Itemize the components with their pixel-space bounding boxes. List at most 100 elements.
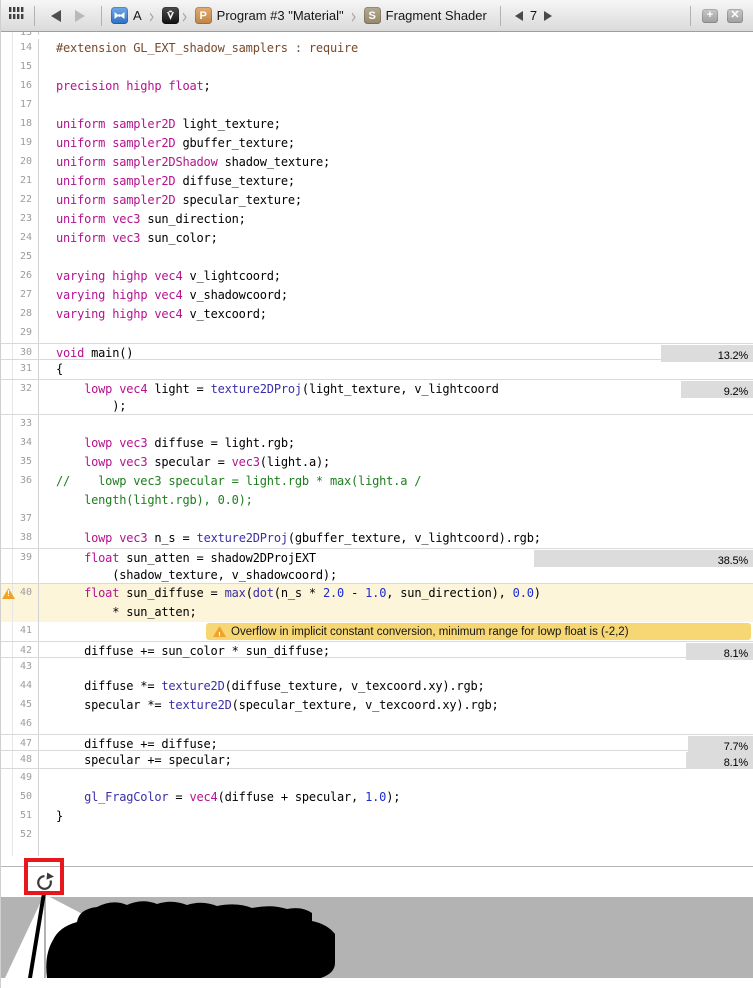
code-line[interactable]: float sun_atten = shadow2DProjEXT38.5%	[39, 549, 753, 566]
code-token: uniform	[56, 174, 105, 188]
line-number: 18	[13, 115, 39, 134]
line-number: 51	[13, 807, 39, 826]
code-line[interactable]: * sun_atten;	[39, 603, 753, 622]
line-number: 42	[13, 642, 39, 657]
code-line[interactable]: diffuse += diffuse;7.7%	[39, 735, 753, 750]
jump-bar: A › › P Program #3 "Material" › S Fragme…	[1, 0, 753, 32]
close-button[interactable]: ✕	[727, 9, 743, 23]
code-line[interactable]: (shadow_texture, v_shadowcoord);	[39, 566, 753, 583]
code-line[interactable]: lowp vec4 light = texture2DProj(light_te…	[39, 380, 753, 397]
code-token: , sun_direction),	[386, 586, 512, 600]
back-button[interactable]	[51, 10, 61, 22]
code-line[interactable]: #extension GL_EXT_shadow_samplers : requ…	[39, 39, 753, 58]
code-line[interactable]: varying highp vec4 v_lightcoord;	[39, 267, 753, 286]
chevron-icon: ›	[351, 2, 357, 28]
code-line[interactable]: specular *= texture2D(specular_texture, …	[39, 696, 753, 715]
gutter-strip	[1, 172, 13, 191]
shader-prev-button[interactable]	[515, 11, 523, 21]
code-line[interactable]: diffuse += sun_color * sun_diffuse;8.1%	[39, 642, 753, 657]
code-line[interactable]	[39, 826, 753, 845]
code-line[interactable]: {	[39, 360, 753, 379]
code-line[interactable]: gl_FragColor = vec4(diffuse + specular, …	[39, 788, 753, 807]
code-line[interactable]	[39, 415, 753, 434]
code-token: specular += specular;	[56, 753, 232, 767]
code-token: sun_atten = shadow2DProjEXT	[119, 551, 316, 565]
code-line[interactable]: }	[39, 807, 753, 826]
line-number	[13, 397, 39, 414]
code-token: (shadow_texture, v_shadowcoord);	[56, 568, 337, 582]
code-line[interactable]: uniform sampler2D gbuffer_texture;	[39, 134, 753, 153]
code-line[interactable]: specular += specular;8.1%	[39, 751, 753, 768]
code-row-15: 15	[1, 58, 753, 77]
gutter-strip	[1, 32, 13, 39]
code-line[interactable]: );	[39, 397, 753, 414]
crumb-frame[interactable]	[162, 7, 179, 24]
code-line[interactable]: uniform vec3 sun_color;	[39, 229, 753, 248]
code-line[interactable]: precision highp float;	[39, 77, 753, 96]
code-line[interactable]: diffuse *= texture2D(diffuse_texture, v_…	[39, 677, 753, 696]
gutter-strip	[1, 286, 13, 305]
performance-badge: 9.2%	[681, 381, 753, 398]
related-items-icon[interactable]	[9, 6, 25, 25]
gutter-strip	[1, 491, 13, 510]
code-token: sampler2DShadow	[112, 155, 217, 169]
gutter-strip	[1, 380, 13, 397]
code-line[interactable]: uniform sampler2D light_texture;	[39, 115, 753, 134]
code-row-44: 44 diffuse *= texture2D(diffuse_texture,…	[1, 677, 753, 696]
shader-icon: S	[364, 7, 381, 24]
code-line[interactable]: uniform sampler2D diffuse_texture;	[39, 172, 753, 191]
code-token: float	[84, 551, 119, 565]
code-token: sun_direction;	[140, 212, 245, 226]
warning-message[interactable]: Overflow in implicit constant conversion…	[206, 623, 751, 640]
gutter-strip	[1, 397, 13, 414]
code-line[interactable]: varying highp vec4 v_texcoord;	[39, 305, 753, 324]
code-token: uniform	[56, 155, 105, 169]
line-number: 23	[13, 210, 39, 229]
gutter-strip	[1, 191, 13, 210]
code-line[interactable]: uniform sampler2DShadow shadow_texture;	[39, 153, 753, 172]
line-number: 13	[13, 32, 39, 35]
code-line[interactable]: float sun_diffuse = max(dot(n_s * 2.0 - …	[39, 584, 753, 603]
shader-next-button[interactable]	[544, 11, 552, 21]
forward-button[interactable]	[75, 10, 85, 22]
code-line[interactable]: lowp vec3 diffuse = light.rgb;	[39, 434, 753, 453]
line-number: 35	[13, 453, 39, 472]
code-token: 1.0	[365, 586, 386, 600]
code-token: main()	[84, 346, 133, 360]
code-line[interactable]: lowp vec3 n_s = texture2DProj(gbuffer_te…	[39, 529, 753, 548]
code-line[interactable]	[39, 769, 753, 788]
code-line[interactable]: length(light.rgb), 0.0);	[39, 491, 753, 510]
code-editor[interactable]: 1314#extension GL_EXT_shadow_samplers : …	[1, 32, 753, 866]
code-line[interactable]: varying highp vec4 v_shadowcoord;	[39, 286, 753, 305]
code-line[interactable]	[39, 32, 753, 39]
gutter-strip	[1, 584, 13, 603]
code-line[interactable]: uniform sampler2D specular_texture;	[39, 191, 753, 210]
code-row-wrap: * sun_atten;	[1, 603, 753, 622]
code-line[interactable]	[39, 324, 753, 343]
crumb-capture[interactable]: A	[111, 7, 146, 24]
gutter-strip	[1, 510, 13, 529]
code-token: // lowp vec3 specular = light.rgb * max(…	[56, 474, 421, 488]
code-line[interactable]	[39, 96, 753, 115]
crumb-shader[interactable]: S Fragment Shader	[364, 7, 491, 24]
code-line[interactable]: Overflow in implicit constant conversion…	[39, 622, 753, 641]
code-line[interactable]: // lowp vec3 specular = light.rgb * max(…	[39, 472, 753, 491]
code-token: specular_texture;	[175, 193, 301, 207]
code-row-40: 40 float sun_diffuse = max(dot(n_s * 2.0…	[1, 584, 753, 603]
code-token: diffuse_texture;	[175, 174, 294, 188]
add-button[interactable]: +	[702, 9, 718, 23]
gutter-strip	[1, 603, 13, 622]
code-line[interactable]	[39, 658, 753, 677]
code-token	[56, 586, 84, 600]
crumb-capture-label: A	[133, 8, 142, 23]
line-number: 25	[13, 248, 39, 267]
gutter-strip	[1, 658, 13, 677]
code-line[interactable]	[39, 510, 753, 529]
code-line[interactable]: lowp vec3 specular = vec3(light.a);	[39, 453, 753, 472]
code-line[interactable]	[39, 58, 753, 77]
code-line[interactable]	[39, 248, 753, 267]
code-line[interactable]: uniform vec3 sun_direction;	[39, 210, 753, 229]
crumb-program[interactable]: P Program #3 "Material"	[195, 7, 348, 24]
code-line[interactable]: void main()13.2%	[39, 344, 753, 359]
code-line[interactable]	[39, 715, 753, 734]
